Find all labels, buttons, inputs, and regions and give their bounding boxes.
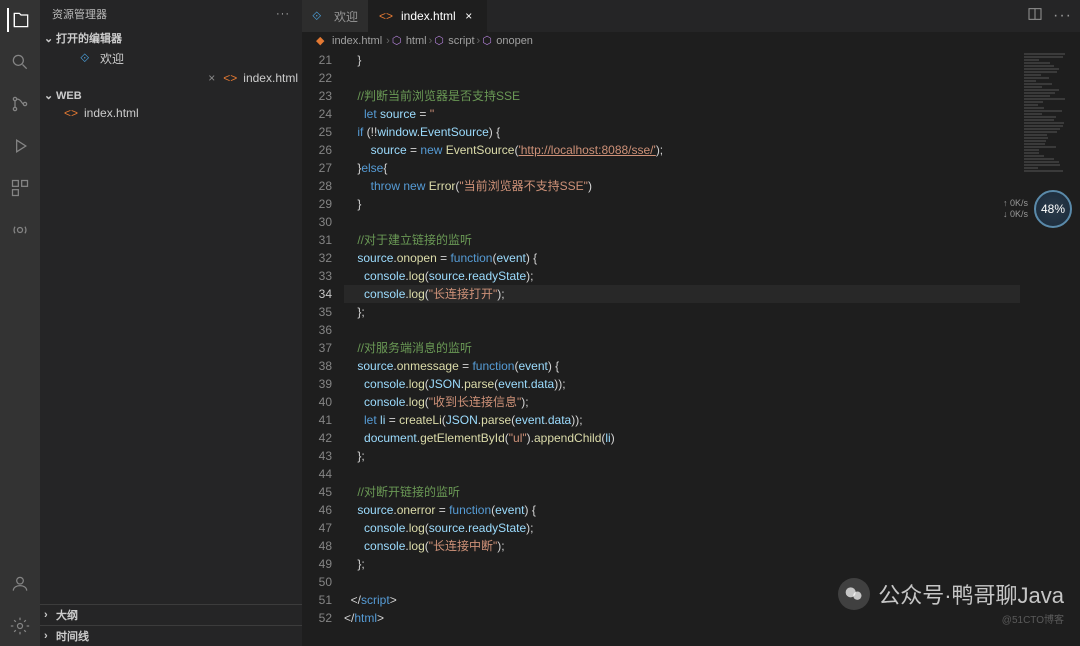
live-icon[interactable] bbox=[8, 218, 32, 242]
sidebar-header: 资源管理器 ··· bbox=[40, 0, 302, 28]
sidebar-title: 资源管理器 bbox=[52, 6, 107, 22]
file-icon: ⟐ bbox=[80, 51, 96, 66]
more-icon[interactable]: ··· bbox=[276, 8, 290, 20]
symbol-icon: ⬡ bbox=[482, 34, 496, 47]
editor-area: ⟐欢迎<>index.html× ··· ◆ index.html ›⬡html… bbox=[302, 0, 1080, 646]
search-icon[interactable] bbox=[8, 50, 32, 74]
account-icon[interactable] bbox=[8, 572, 32, 596]
watermark: 公众号·鸭哥聊Java bbox=[838, 578, 1064, 610]
explorer-icon[interactable] bbox=[7, 8, 31, 32]
tabs-actions: ··· bbox=[1019, 0, 1080, 32]
more-icon[interactable]: ··· bbox=[1053, 7, 1072, 25]
extensions-icon[interactable] bbox=[8, 176, 32, 200]
network-monitor-overlay: ↑ 0K/s ↓ 0K/s 48% bbox=[1003, 190, 1072, 228]
activity-bar bbox=[0, 0, 40, 646]
outline-section[interactable]: › 大纲 bbox=[40, 604, 302, 625]
file-icon: <> bbox=[64, 106, 80, 120]
open-editor-item[interactable]: ⟐欢迎 bbox=[40, 48, 302, 69]
chevron-right-icon: › bbox=[44, 609, 56, 621]
open-editor-item[interactable]: ×<>index.html bbox=[40, 69, 302, 87]
code-editor[interactable]: 2122232425262728293031323334353637383940… bbox=[302, 49, 1080, 646]
chevron-down-icon: ⌄ bbox=[44, 32, 56, 45]
timeline-section[interactable]: › 时间线 bbox=[40, 625, 302, 646]
editor-tab[interactable]: ⟐欢迎 bbox=[302, 0, 369, 32]
explorer-sidebar: 资源管理器 ··· ⌄ 打开的编辑器 ⟐欢迎 × <>index.html ⌄ WE… bbox=[40, 0, 302, 646]
workspace-section[interactable]: ⌄ WEB bbox=[40, 87, 302, 104]
file-icon: <> bbox=[379, 9, 395, 23]
line-numbers: 2122232425262728293031323334353637383940… bbox=[302, 49, 344, 646]
source-control-icon[interactable] bbox=[8, 92, 32, 116]
tabs-row: ⟐欢迎<>index.html× ··· bbox=[302, 0, 1080, 32]
chevron-right-icon: › bbox=[44, 630, 56, 642]
close-icon[interactable]: × bbox=[462, 9, 476, 23]
symbol-icon: ⬡ bbox=[434, 34, 448, 47]
split-editor-icon[interactable] bbox=[1027, 6, 1043, 27]
symbol-icon: ⬡ bbox=[392, 34, 406, 47]
minimap[interactable] bbox=[1020, 49, 1080, 646]
html-file-icon: ◆ bbox=[316, 34, 330, 47]
performance-badge: 48% bbox=[1034, 190, 1072, 228]
code-content[interactable]: } //判断当前浏览器是否支持SSE let source = '' if (!… bbox=[344, 49, 1020, 646]
debug-icon[interactable] bbox=[8, 134, 32, 158]
open-editors-section[interactable]: ⌄ 打开的编辑器 bbox=[40, 28, 302, 48]
close-icon[interactable]: × bbox=[208, 71, 215, 85]
wechat-icon bbox=[838, 578, 870, 610]
chevron-down-icon: ⌄ bbox=[44, 89, 56, 102]
file-icon: <> bbox=[223, 71, 239, 85]
breadcrumb[interactable]: ◆ index.html ›⬡html›⬡script›⬡onopen bbox=[302, 32, 1080, 49]
editor-tab[interactable]: <>index.html× bbox=[369, 0, 487, 32]
file-tree-item[interactable]: <>index.html bbox=[40, 104, 302, 122]
watermark-sub: @51CTO博客 bbox=[1002, 611, 1064, 626]
file-icon: ⟐ bbox=[312, 9, 328, 24]
settings-icon[interactable] bbox=[8, 614, 32, 638]
